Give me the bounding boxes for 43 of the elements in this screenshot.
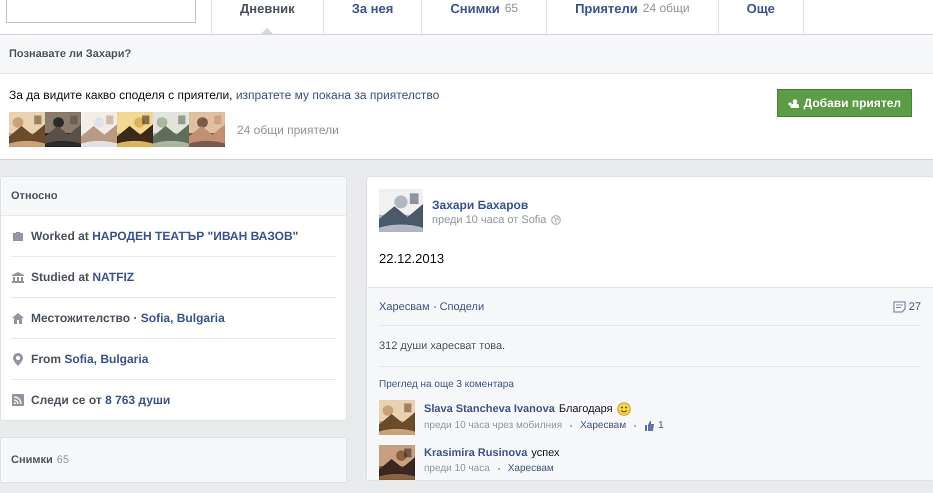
friend-request-message: За да видите какво споделя с приятели, изпратете му покана за приятелство <box>9 88 440 102</box>
location-pin-icon <box>12 352 22 366</box>
post-meta: преди 10 часа от Sofia <box>432 214 546 226</box>
card-title: Снимки <box>11 454 53 466</box>
more-comments-link[interactable]: Преглед на още 3 коментара <box>379 367 921 390</box>
house-icon <box>12 312 24 324</box>
comment-like-count[interactable]: 1 <box>658 420 664 431</box>
comment-time: преди 10 часа <box>424 463 490 474</box>
post-text: 22.12.2013 <box>379 251 446 266</box>
tab-count: 65 <box>504 1 518 15</box>
about-item: Worked at НАРОДЕН ТЕАТЪР "ИВАН ВАЗОВ" <box>31 229 298 243</box>
author-name[interactable]: Захари Бахаров <box>432 198 562 212</box>
about-item: Следи се от 8 763 души <box>31 393 170 407</box>
post-action-link[interactable]: Харесвам <box>379 300 430 312</box>
profile-tab[interactable]: За нея <box>322 0 422 34</box>
card-title: Относно <box>1 177 346 216</box>
like-link[interactable]: Харесвам <box>508 463 554 474</box>
add-friend-icon <box>788 98 799 108</box>
about-item: Studied at NATFIZ <box>31 270 134 284</box>
comment-icon <box>892 300 906 312</box>
comment-text: Благодаря <box>558 403 613 415</box>
profile-tab[interactable]: Още <box>718 0 804 34</box>
about-item: Местожителство · Sofia, Bulgaria <box>31 311 225 325</box>
briefcase-icon <box>12 230 24 242</box>
comment-count[interactable]: 27 <box>908 300 921 312</box>
feed-icon <box>12 394 24 406</box>
thumbs-up-icon <box>644 420 654 430</box>
commenter-name[interactable]: Slava Stancheva Ivanova <box>424 403 555 415</box>
school-icon <box>12 272 24 282</box>
comment-text: успех <box>531 447 560 459</box>
friend-request-link[interactable]: изпратете му покана за приятелство <box>236 88 440 102</box>
like-link[interactable]: Харесвам <box>580 420 626 431</box>
comment-time: преди 10 часа чрез мобилния <box>424 420 562 431</box>
tab-count: 24 общи <box>642 1 690 15</box>
photo-count: 65 <box>56 454 70 466</box>
about-item: From Sofia, Bulgaria <box>31 352 148 366</box>
commenter-name[interactable]: Krasimira Rusinova <box>424 447 528 459</box>
panel-title: Познавате ли Захари? <box>0 35 933 74</box>
smiley-icon <box>616 402 631 416</box>
search-field[interactable] <box>6 0 196 23</box>
post-action-link[interactable]: Сподели <box>440 300 484 312</box>
add-friend-button[interactable]: Добави приятел <box>776 89 912 117</box>
likes-summary[interactable]: 312 души харесват това. <box>379 326 921 367</box>
